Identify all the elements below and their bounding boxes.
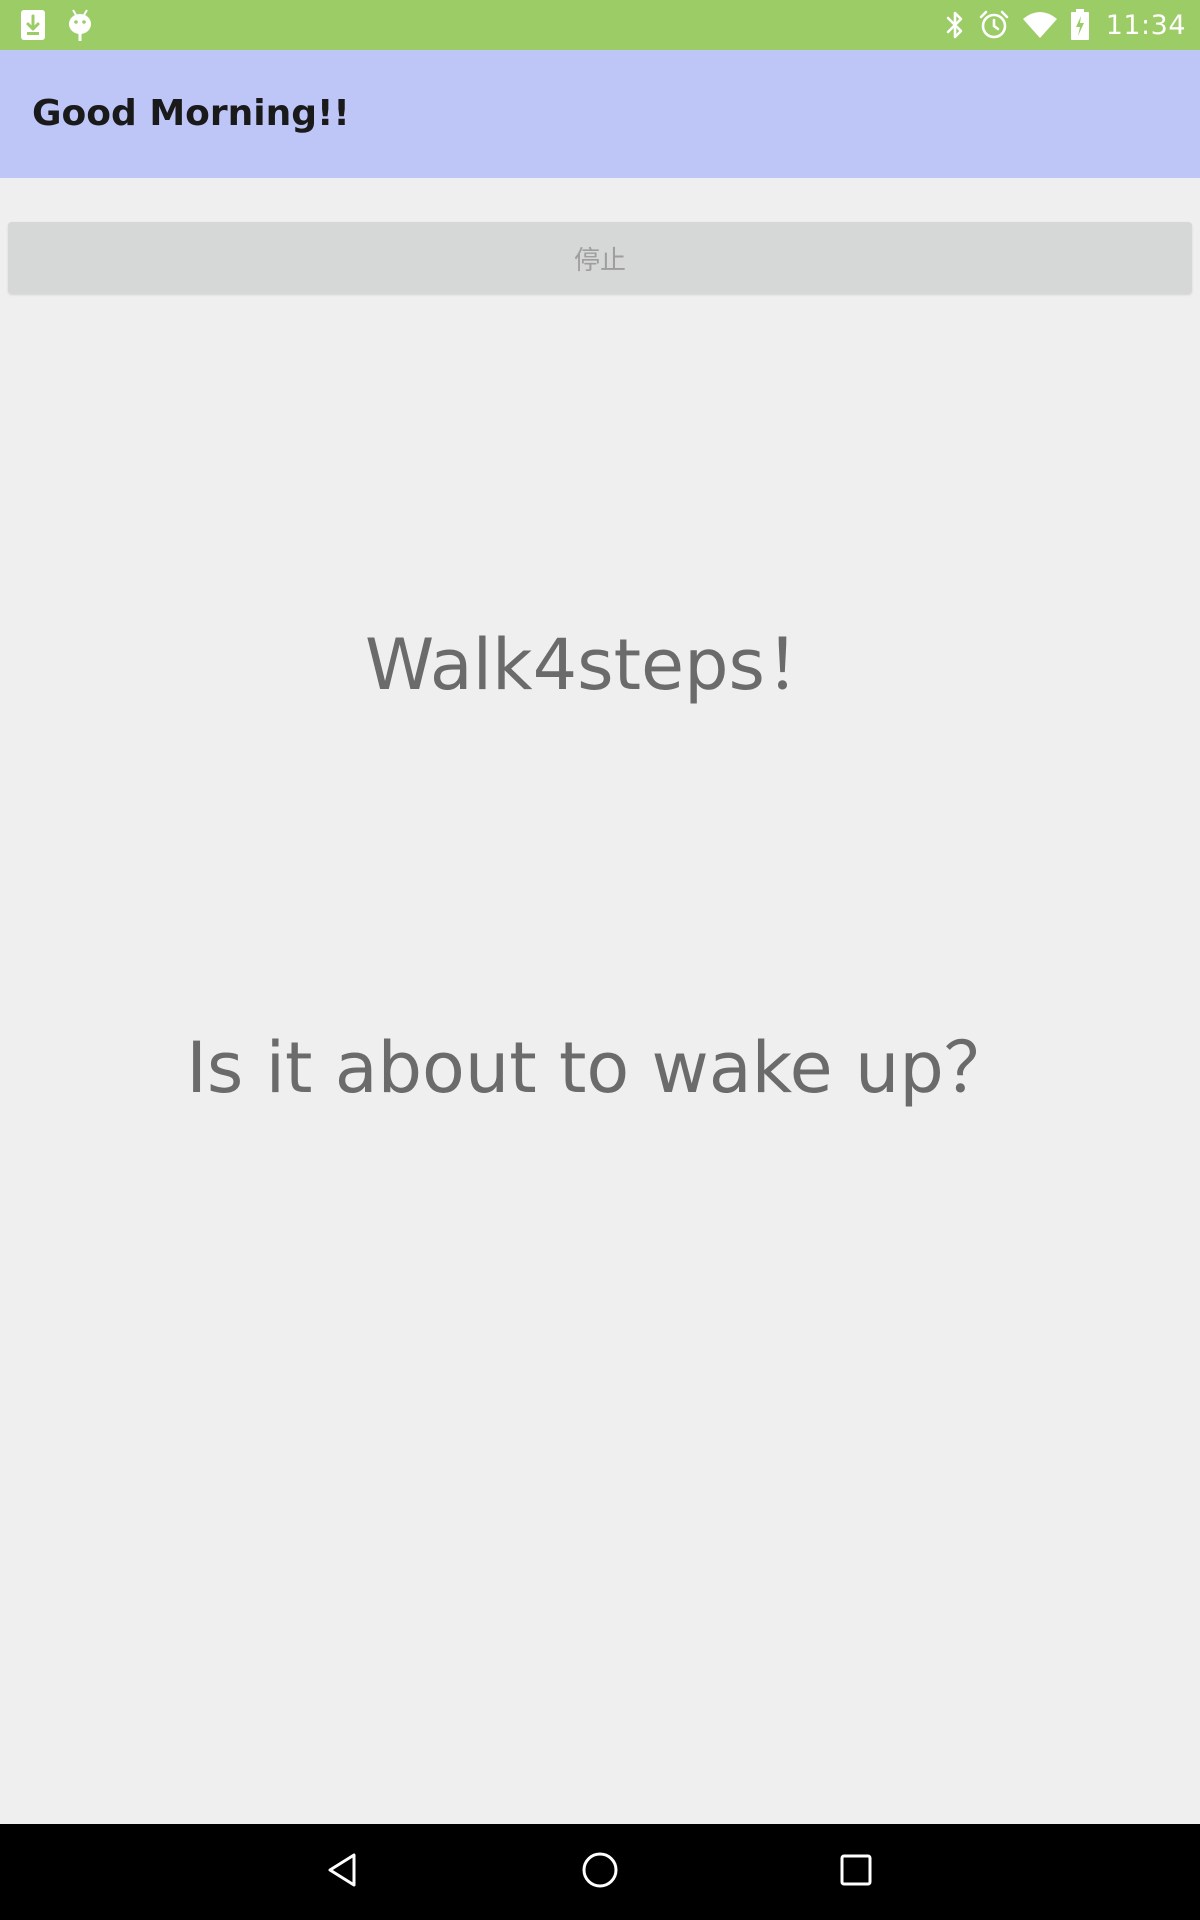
stop-button[interactable]: 停止 [8, 222, 1192, 294]
home-icon [580, 1850, 620, 1895]
back-icon [324, 1850, 364, 1895]
status-time: 11:34 [1105, 9, 1186, 41]
app-bar: Good Morning!! [0, 50, 1200, 178]
android-debug-icon [66, 8, 94, 42]
wake-up-message: Is it about to wake up？ [186, 1027, 1014, 1109]
status-bar: 11:34 [0, 0, 1200, 50]
download-icon [20, 9, 46, 41]
bluetooth-icon [944, 9, 966, 41]
status-right-icons: 11:34 [944, 0, 1186, 50]
walk-steps-message: Walk4steps！ [364, 624, 836, 706]
back-button[interactable] [314, 1842, 374, 1902]
home-button[interactable] [570, 1842, 630, 1902]
recents-button[interactable] [826, 1842, 886, 1902]
battery-icon [1070, 9, 1090, 41]
app-title: Good Morning!! [32, 93, 350, 134]
recents-icon [836, 1850, 876, 1895]
wifi-icon [1022, 11, 1058, 39]
navigation-bar [0, 1824, 1200, 1920]
alarm-icon [978, 9, 1010, 41]
status-left-icons [20, 8, 94, 42]
